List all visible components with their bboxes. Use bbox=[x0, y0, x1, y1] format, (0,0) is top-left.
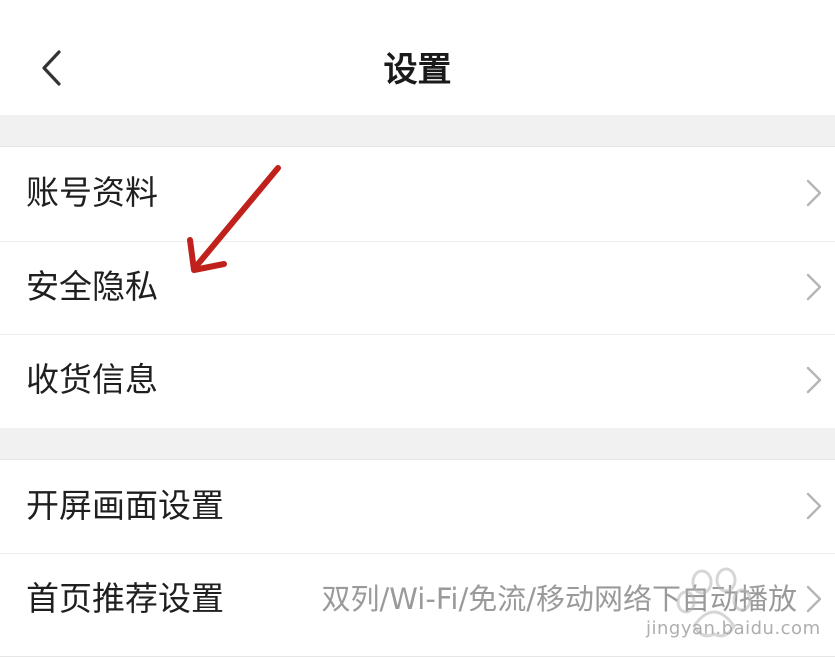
row-label: 开屏画面设置 bbox=[26, 486, 224, 525]
chevron-right-icon bbox=[806, 492, 822, 520]
chevron-right-icon bbox=[806, 366, 822, 394]
row-label: 收货信息 bbox=[26, 360, 158, 399]
row-label: 安全隐私 bbox=[26, 267, 158, 306]
header-bar: 设置 bbox=[0, 0, 835, 115]
chevron-right-icon bbox=[806, 179, 822, 207]
chevron-left-icon bbox=[42, 50, 61, 86]
settings-row-home-recommend[interactable]: 首页推荐设置 双列/Wi-Fi/免流/移动网络下自动播放 bbox=[0, 553, 835, 645]
settings-row-security-privacy[interactable]: 安全隐私 bbox=[0, 241, 835, 333]
settings-group-account: 账号资料 安全隐私 收货信息 bbox=[0, 146, 835, 429]
row-value: 双列/Wi-Fi/免流/移动网络下自动播放 bbox=[321, 582, 798, 616]
row-label: 首页推荐设置 bbox=[26, 579, 224, 618]
row-label: 账号资料 bbox=[26, 173, 158, 212]
back-button[interactable] bbox=[28, 42, 76, 94]
section-spacer bbox=[0, 428, 835, 459]
settings-row-account-profile[interactable]: 账号资料 bbox=[0, 147, 835, 239]
chevron-right-icon bbox=[806, 585, 822, 613]
settings-row-splash-screen[interactable]: 开屏画面设置 bbox=[0, 460, 835, 552]
settings-group-display: 开屏画面设置 首页推荐设置 双列/Wi-Fi/免流/移动网络下自动播放 bbox=[0, 459, 835, 657]
section-spacer bbox=[0, 115, 835, 146]
settings-row-shipping-info[interactable]: 收货信息 bbox=[0, 334, 835, 426]
chevron-right-icon bbox=[806, 273, 822, 301]
